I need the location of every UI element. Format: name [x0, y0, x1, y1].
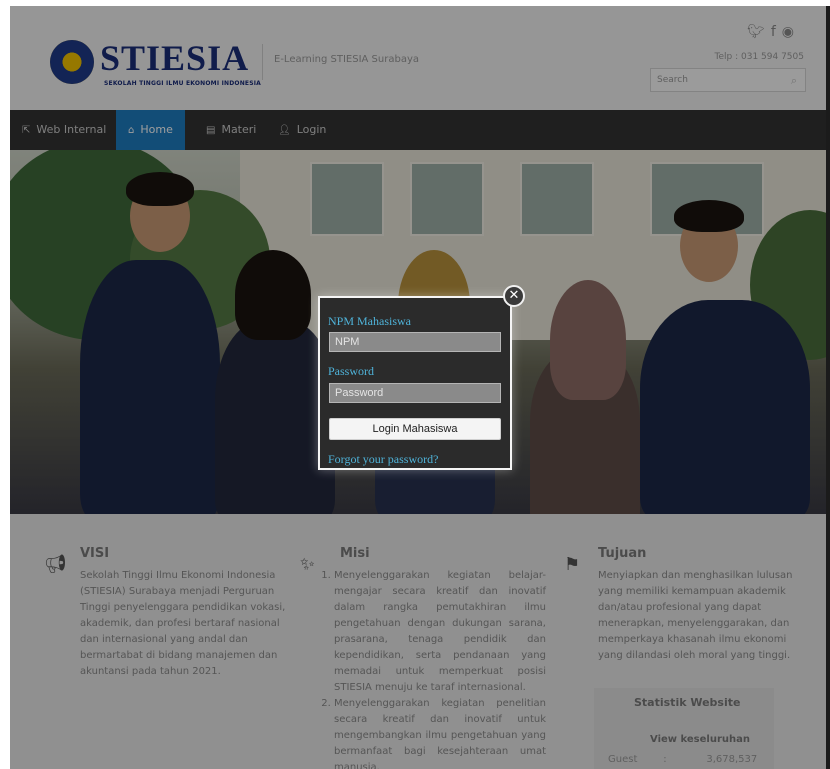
password-input[interactable]: Password: [329, 383, 501, 403]
forgot-password-link[interactable]: Forgot your password?: [328, 452, 438, 467]
npm-input[interactable]: NPM: [329, 332, 501, 352]
login-modal: NPM Mahasiswa NPM Password Password Logi…: [318, 296, 512, 470]
npm-label: NPM Mahasiswa: [328, 314, 411, 328]
close-icon[interactable]: ✕: [503, 285, 525, 307]
npm-placeholder: NPM: [335, 336, 360, 348]
page-edge: [0, 6, 10, 769]
password-placeholder: Password: [335, 387, 384, 399]
password-label: Password: [328, 364, 375, 378]
login-button[interactable]: Login Mahasiswa: [329, 418, 501, 440]
